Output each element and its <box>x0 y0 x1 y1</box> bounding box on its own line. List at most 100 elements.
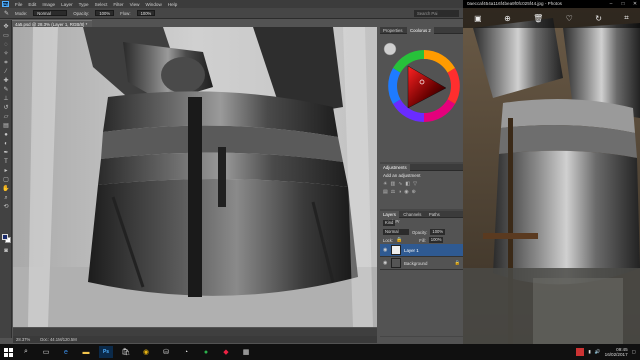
layer-opacity-field[interactable]: 100% <box>430 229 446 235</box>
close-icon[interactable]: ✕ <box>630 0 640 8</box>
marquee-tool-icon[interactable]: ▭ <box>2 33 10 40</box>
network-icon[interactable]: ▮ <box>588 349 591 355</box>
layer-filter-kind[interactable]: Kind <box>383 220 396 226</box>
layer-row-background[interactable]: ◉ Background 🔒 <box>380 257 463 270</box>
menu-type[interactable]: Type <box>79 2 89 7</box>
menu-view[interactable]: View <box>130 2 140 7</box>
reference-photo[interactable] <box>463 8 640 344</box>
menu-layer[interactable]: Layer <box>61 2 73 7</box>
visibility-eye-icon[interactable]: ◉ <box>383 260 388 266</box>
menu-image[interactable]: Image <box>42 2 55 7</box>
eyedropper-tool-icon[interactable]: ⁄ <box>2 69 10 76</box>
app-icon[interactable]: ◆ <box>219 346 233 358</box>
canvas-scrollbar[interactable] <box>13 328 377 336</box>
foreground-color-swatch[interactable] <box>2 234 8 240</box>
minimize-icon[interactable]: – <box>606 0 616 8</box>
chrome-icon[interactable]: ◉ <box>139 346 153 358</box>
zoom-tool-icon[interactable]: ⌕ <box>2 195 10 202</box>
zoom-icon[interactable]: ⊕ <box>504 14 511 23</box>
pen-tool-icon[interactable]: ✒ <box>2 150 10 157</box>
taskbar: ⌕ ▭ e ▬ Ps 🛍 ◉ ⛁ ◔ ● ◆ ▦ ▮ 🔊 09:45 16/02… <box>0 344 640 360</box>
crop-tool-icon[interactable]: ⌗ <box>2 60 10 67</box>
color-balance-icon[interactable]: ⚖ <box>391 189 395 195</box>
exposure-icon[interactable]: ◧ <box>405 181 410 187</box>
mode-select[interactable]: Normal <box>33 10 68 16</box>
adjustments-tabs: Adjustments <box>380 164 463 171</box>
blend-mode-select[interactable]: Normal <box>383 229 409 235</box>
menu-bar: Ps File Edit Image Layer Type Select Fil… <box>0 0 463 8</box>
path-select-tool-icon[interactable]: ▸ <box>2 168 10 175</box>
opacity-field[interactable]: 100% <box>95 10 115 16</box>
crop-icon[interactable]: ⌗ <box>624 13 629 23</box>
visibility-eye-icon[interactable]: ◉ <box>383 247 388 253</box>
quick-mask-icon[interactable]: ◙ <box>2 248 10 255</box>
blur-tool-icon[interactable]: ● <box>2 132 10 139</box>
zoom-level[interactable]: 28.37% <box>16 336 30 343</box>
layer-row-layer-1[interactable]: ◉ Layer 1 <box>380 244 463 257</box>
tab-coolorus[interactable]: Coolorus 2 <box>406 27 434 34</box>
hand-tool-icon[interactable]: ✋ <box>2 186 10 193</box>
type-tool-icon[interactable]: T <box>2 159 10 166</box>
volume-icon[interactable]: 🔊 <box>595 349 601 355</box>
gradient-tool-icon[interactable]: ▤ <box>2 123 10 130</box>
delete-icon[interactable]: 🗑 <box>533 14 543 23</box>
hue-saturation-icon[interactable]: ▤ <box>383 189 388 195</box>
document-canvas[interactable] <box>13 27 377 327</box>
edge-icon[interactable]: e <box>59 346 73 358</box>
shape-tool-icon[interactable]: ▢ <box>2 177 10 184</box>
brush-tool-icon[interactable]: ✎ <box>2 87 10 94</box>
move-tool-icon[interactable]: ✥ <box>2 24 10 31</box>
color-wheel[interactable] <box>380 34 463 162</box>
eraser-tool-icon[interactable]: ▱ <box>2 114 10 121</box>
dodge-tool-icon[interactable]: ◐ <box>2 141 10 148</box>
channel-mixer-icon[interactable]: ⊕ <box>412 189 416 195</box>
vibrance-icon[interactable]: ▽ <box>413 181 417 187</box>
menu-window[interactable]: Window <box>145 2 161 7</box>
tools-panel: ✥ ▭ ◌ ✧ ⌗ ⁄ ✚ ✎ ⊥ ↺ ▱ ▤ ● ◐ ✒ T ▸ ▢ ✋ ⌕ … <box>0 20 12 338</box>
favorite-icon[interactable]: ♡ <box>566 14 573 23</box>
document-tab[interactable]: 4a5.psd @ 28.3% (Layer 1, RGB/8) * <box>12 20 92 27</box>
rotate-icon[interactable]: ↻ <box>595 14 602 23</box>
photoshop-taskbar-icon[interactable]: Ps <box>99 346 113 358</box>
slideshow-icon[interactable]: ▣ <box>474 14 482 23</box>
notifications-icon[interactable]: ▢ <box>632 349 636 355</box>
fill-field[interactable]: 100% <box>428 237 444 243</box>
app-icon[interactable]: ● <box>199 346 213 358</box>
task-view-icon[interactable]: ▭ <box>39 346 53 358</box>
healing-tool-icon[interactable]: ✚ <box>2 78 10 85</box>
menu-select[interactable]: Select <box>95 2 108 7</box>
app-icon[interactable]: ◔ <box>179 346 193 358</box>
menu-filter[interactable]: Filter <box>113 2 123 7</box>
lasso-tool-icon[interactable]: ◌ <box>2 42 10 49</box>
menu-file[interactable]: File <box>15 2 22 7</box>
tab-paths[interactable]: Paths <box>426 211 443 218</box>
search-input[interactable]: Search Pai <box>414 10 459 17</box>
tab-channels[interactable]: Channels <box>400 211 424 218</box>
brush-tool-icon[interactable]: ✎ <box>4 10 9 17</box>
windows-start-icon[interactable] <box>0 344 16 360</box>
menu-edit[interactable]: Edit <box>28 2 36 7</box>
clock[interactable]: 09:45 16/02/2017 <box>605 347 628 358</box>
tab-properties[interactable]: Properties <box>380 27 406 34</box>
stamp-tool-icon[interactable]: ⊥ <box>2 96 10 103</box>
app-icon[interactable]: ⛁ <box>159 346 173 358</box>
photo-filter-icon[interactable]: ◉ <box>404 189 408 195</box>
maximize-icon[interactable]: □ <box>618 0 628 8</box>
lock-icon[interactable]: 🔒 <box>396 237 402 243</box>
curves-icon[interactable]: ∿ <box>398 181 402 187</box>
app-tray-icon[interactable] <box>576 348 585 356</box>
brightness-icon[interactable]: ☀ <box>383 181 387 187</box>
store-icon[interactable]: 🛍 <box>119 346 133 358</box>
quick-select-tool-icon[interactable]: ✧ <box>2 51 10 58</box>
history-brush-tool-icon[interactable]: ↺ <box>2 105 10 112</box>
flow-field[interactable]: 100% <box>136 10 156 16</box>
tab-adjustments[interactable]: Adjustments <box>380 164 410 171</box>
rotate-view-tool-icon[interactable]: ⟲ <box>2 204 10 211</box>
file-explorer-icon[interactable]: ▬ <box>79 346 93 358</box>
menu-help[interactable]: Help <box>168 2 177 7</box>
tab-layers[interactable]: Layers <box>380 211 399 218</box>
black-white-icon[interactable]: ◑ <box>398 189 401 195</box>
levels-icon[interactable]: ▥ <box>390 181 395 187</box>
photos-taskbar-icon[interactable]: ▦ <box>239 346 253 358</box>
search-icon[interactable]: ⌕ <box>19 346 33 358</box>
